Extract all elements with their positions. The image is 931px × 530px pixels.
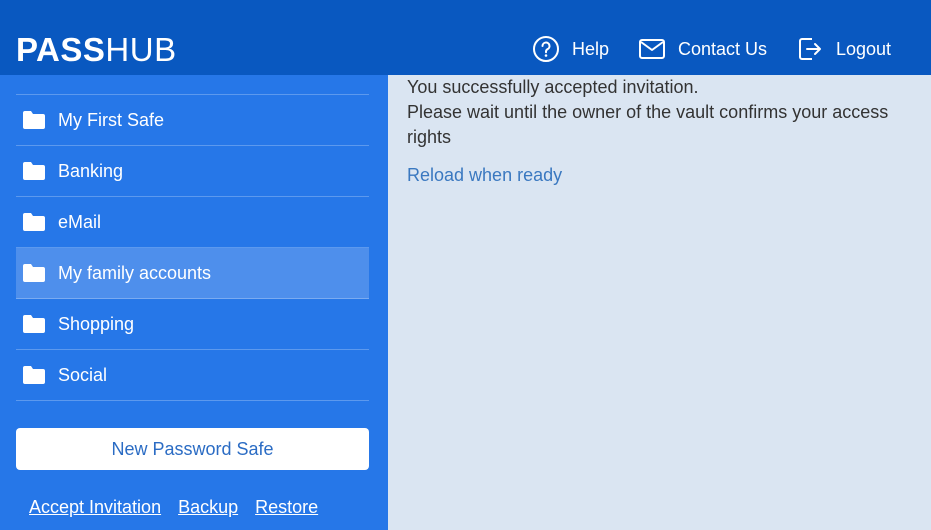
help-label: Help: [572, 38, 610, 59]
safe-item-banking[interactable]: Banking: [16, 146, 369, 197]
contact-us-label: Contact Us: [678, 38, 768, 59]
app-header: PASSHUB Help Contact Us Logout: [0, 0, 931, 75]
safe-item-my-first-safe[interactable]: My First Safe: [16, 95, 369, 146]
mail-icon: [638, 35, 666, 63]
sidebar: My First Safe Banking eMail My family ac…: [0, 75, 388, 530]
safe-item-my-family-accounts[interactable]: My family accounts: [16, 248, 369, 299]
logo-light: HUB: [105, 31, 177, 68]
folder-icon: [22, 263, 46, 283]
logo-bold: PASS: [16, 31, 106, 68]
passhub-logo[interactable]: PASSHUB: [16, 30, 177, 70]
folder-icon: [22, 161, 46, 181]
logout-label: Logout: [836, 38, 892, 59]
folder-icon: [22, 212, 46, 232]
restore-link[interactable]: Restore: [255, 497, 318, 518]
sidebar-footer-links: Accept Invitation Backup Restore: [29, 497, 318, 518]
new-password-safe-button[interactable]: New Password Safe: [16, 428, 369, 470]
safe-item-email[interactable]: eMail: [16, 197, 369, 248]
folder-icon: [22, 365, 46, 385]
wait-message: Please wait until the owner of the vault…: [407, 102, 889, 147]
logout-link[interactable]: Logout: [796, 32, 891, 66]
folder-icon: [22, 314, 46, 334]
reload-link[interactable]: Reload when ready: [407, 163, 562, 188]
safe-label: eMail: [58, 211, 102, 232]
safe-label: Shopping: [58, 313, 135, 334]
folder-icon: [22, 110, 46, 130]
help-circle-icon: [532, 35, 560, 63]
accepted-message: You successfully accepted invitation.: [407, 77, 699, 97]
safe-label: Banking: [58, 160, 124, 181]
contact-us-link[interactable]: Contact Us: [638, 32, 767, 66]
safe-item-shopping[interactable]: Shopping: [16, 299, 369, 350]
safe-label: My family accounts: [58, 262, 212, 283]
accept-invitation-link[interactable]: Accept Invitation: [29, 497, 161, 518]
help-link[interactable]: Help: [532, 32, 609, 66]
main-content: You successfully accepted invitation. Pl…: [407, 75, 907, 188]
safe-label: My First Safe: [58, 109, 165, 130]
safe-list: My First Safe Banking eMail My family ac…: [16, 94, 369, 401]
safe-item-social[interactable]: Social: [16, 350, 369, 401]
backup-link[interactable]: Backup: [178, 497, 238, 518]
logout-icon: [796, 35, 824, 63]
safe-label: Social: [58, 364, 108, 385]
